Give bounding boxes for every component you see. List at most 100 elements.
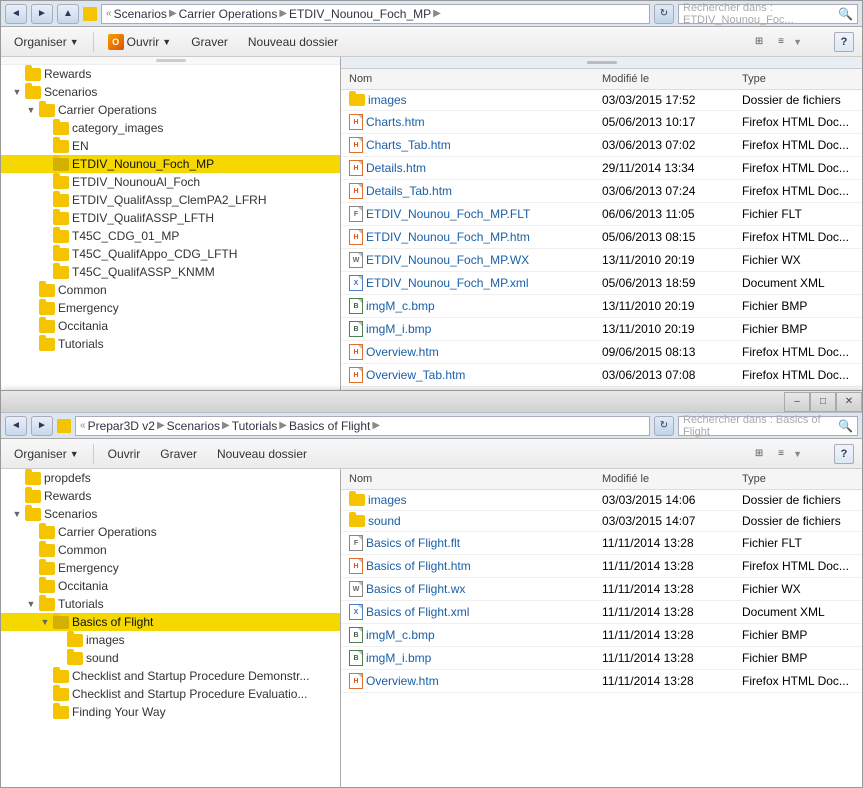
expand-common-b[interactable] xyxy=(23,542,39,558)
up-btn-top[interactable]: ▲ xyxy=(57,4,79,24)
tree-item-t45cappo[interactable]: T45C_QualifAppo_CDG_LFTH xyxy=(1,245,340,263)
file-row-3[interactable]: H Details.htm 29/11/2014 13:34 Firefox H… xyxy=(341,157,862,180)
tree-item-rewards-b[interactable]: Rewards xyxy=(1,487,340,505)
file-link-9[interactable]: imgM_c.bmp xyxy=(366,299,435,313)
file-link-6[interactable]: imgM_c.bmp xyxy=(366,628,435,642)
view-arrow-bottom[interactable]: ▼ xyxy=(793,449,802,459)
col-type-top[interactable]: Type xyxy=(738,71,858,87)
tree-item-catimages[interactable]: category_images xyxy=(1,119,340,137)
addr-etdiv[interactable]: ETDIV_Nounou_Foch_MP xyxy=(289,7,431,21)
expand-propdefs[interactable] xyxy=(9,470,25,486)
tree-item-tutorials-b[interactable]: ▼ Tutorials xyxy=(1,595,340,613)
back-btn-top[interactable]: ◄ xyxy=(5,4,27,24)
tree-item-checklist2[interactable]: Checklist and Startup Procedure Evaluati… xyxy=(1,685,340,703)
file-link-1[interactable]: sound xyxy=(368,514,401,528)
tree-item-scenarios-b[interactable]: ▼ Scenarios xyxy=(1,505,340,523)
back-btn-bottom[interactable]: ◄ xyxy=(5,416,27,436)
addr-go-top[interactable]: ↻ xyxy=(654,4,674,24)
tree-item-etdiv[interactable]: ETDIV_Nounou_Foch_MP xyxy=(1,155,340,173)
organiser-btn-top[interactable]: Organiser ▼ xyxy=(5,30,88,54)
file-link-5[interactable]: Basics of Flight.xml xyxy=(366,605,469,619)
addr-scenarios[interactable]: Scenarios xyxy=(114,7,167,21)
tree-item-occitania-top[interactable]: Occitania xyxy=(1,317,340,335)
file-row-9[interactable]: B imgM_c.bmp 13/11/2010 20:19 Fichier BM… xyxy=(341,295,862,318)
file-row-7[interactable]: B imgM_i.bmp 11/11/2014 13:28 Fichier BM… xyxy=(341,647,862,670)
expand-emergency-top[interactable] xyxy=(23,300,39,316)
file-row-5[interactable]: F ETDIV_Nounou_Foch_MP.FLT 06/06/2013 11… xyxy=(341,203,862,226)
file-row-4[interactable]: W Basics of Flight.wx 11/11/2014 13:28 F… xyxy=(341,578,862,601)
file-link-0[interactable]: images xyxy=(368,93,407,107)
file-row-3[interactable]: H Basics of Flight.htm 11/11/2014 13:28 … xyxy=(341,555,862,578)
tree-item-emergency-top[interactable]: Emergency xyxy=(1,299,340,317)
tree-item-emergency-b[interactable]: Emergency xyxy=(1,559,340,577)
expand-catimages[interactable] xyxy=(37,120,53,136)
expand-t45cassp[interactable] xyxy=(37,264,53,280)
file-link-10[interactable]: imgM_i.bmp xyxy=(366,322,431,336)
col-nom-top[interactable]: Nom xyxy=(345,71,598,87)
file-link-8[interactable]: ETDIV_Nounou_Foch_MP.xml xyxy=(366,276,529,290)
expand-rewards[interactable] xyxy=(9,66,25,82)
expand-qualifclem[interactable] xyxy=(37,192,53,208)
help-btn-bottom[interactable]: ? xyxy=(834,444,854,464)
expand-common-top[interactable] xyxy=(23,282,39,298)
file-row-0[interactable]: images 03/03/2015 17:52 Dossier de fichi… xyxy=(341,90,862,111)
expand-tutorials-top[interactable] xyxy=(23,336,39,352)
file-link-4[interactable]: Basics of Flight.wx xyxy=(366,582,465,596)
addr-scenarios-b[interactable]: Scenarios xyxy=(167,419,220,433)
tree-item-checklist1[interactable]: Checklist and Startup Procedure Demonstr… xyxy=(1,667,340,685)
file-link-3[interactable]: Details.htm xyxy=(366,161,426,175)
tree-item-common-b[interactable]: Common xyxy=(1,541,340,559)
view-grid-bottom[interactable]: ⊞ xyxy=(749,444,769,464)
file-link-8[interactable]: Overview.htm xyxy=(366,674,439,688)
file-row-10[interactable]: B imgM_i.bmp 13/11/2010 20:19 Fichier BM… xyxy=(341,318,862,341)
search-top[interactable]: Rechercher dans : ETDIV_Nounou_Foc... 🔍 xyxy=(678,4,858,24)
expand-etdivai[interactable] xyxy=(37,174,53,190)
nouveau-btn-bottom[interactable]: Nouveau dossier xyxy=(208,442,316,466)
expand-qualifassp[interactable] xyxy=(37,210,53,226)
file-row-11[interactable]: H Overview.htm 09/06/2015 08:13 Firefox … xyxy=(341,341,862,364)
expand-scenarios[interactable]: ▼ xyxy=(9,84,25,100)
tree-item-propdefs[interactable]: propdefs xyxy=(1,469,340,487)
expand-checklist1[interactable] xyxy=(37,668,53,684)
file-link-5[interactable]: ETDIV_Nounou_Foch_MP.FLT xyxy=(366,207,530,221)
addr-go-bottom[interactable]: ↻ xyxy=(654,416,674,436)
expand-occitania-b[interactable] xyxy=(23,578,39,594)
file-link-7[interactable]: imgM_i.bmp xyxy=(366,651,431,665)
tree-item-en[interactable]: EN xyxy=(1,137,340,155)
view-grid-top[interactable]: ⊞ xyxy=(749,32,769,52)
expand-etdiv[interactable] xyxy=(37,156,53,172)
tree-item-tutorials-top[interactable]: Tutorials xyxy=(1,335,340,353)
tree-item-images-b[interactable]: images xyxy=(1,631,340,649)
file-row-1[interactable]: H Charts.htm 05/06/2013 10:17 Firefox HT… xyxy=(341,111,862,134)
search-bottom[interactable]: Rechercher dans : Basics of Flight 🔍 xyxy=(678,416,858,436)
organiser-btn-bottom[interactable]: Organiser ▼ xyxy=(5,442,88,466)
file-link-2[interactable]: Basics of Flight.flt xyxy=(366,536,460,550)
view-arrow-top[interactable]: ▼ xyxy=(793,37,802,47)
expand-t45cappo[interactable] xyxy=(37,246,53,262)
forward-btn-bottom[interactable]: ► xyxy=(31,416,53,436)
expand-occitania-top[interactable] xyxy=(23,318,39,334)
col-date-top[interactable]: Modifié le xyxy=(598,71,738,87)
expand-images-b[interactable] xyxy=(51,632,67,648)
tree-item-scenarios[interactable]: ▼ Scenarios xyxy=(1,83,340,101)
expand-carrier-b[interactable] xyxy=(23,524,39,540)
win-maximize[interactable]: □ xyxy=(810,392,836,412)
file-link-0[interactable]: images xyxy=(368,493,407,507)
tree-item-finding[interactable]: Finding Your Way xyxy=(1,703,340,721)
graver-btn-top[interactable]: Graver xyxy=(182,30,237,54)
file-link-12[interactable]: Overview_Tab.htm xyxy=(366,368,465,382)
file-link-7[interactable]: ETDIV_Nounou_Foch_MP.WX xyxy=(366,253,529,267)
ouvrir-btn-bottom[interactable]: Ouvrir xyxy=(99,442,150,466)
scroll-top-files[interactable] xyxy=(341,57,862,69)
tree-item-qualifclem[interactable]: ETDIV_QualifAssp_ClemPA2_LFRH xyxy=(1,191,340,209)
addr-carrier[interactable]: Carrier Operations xyxy=(179,7,278,21)
file-row-5[interactable]: X Basics of Flight.xml 11/11/2014 13:28 … xyxy=(341,601,862,624)
tree-item-etdivai[interactable]: ETDIV_NounouAl_Foch xyxy=(1,173,340,191)
tree-item-t45cassp[interactable]: T45C_QualifASSP_KNMM xyxy=(1,263,340,281)
tree-item-occitania-b[interactable]: Occitania xyxy=(1,577,340,595)
win-minimize[interactable]: – xyxy=(784,392,810,412)
tree-item-basics[interactable]: ▼ Basics of Flight xyxy=(1,613,340,631)
forward-btn-top[interactable]: ► xyxy=(31,4,53,24)
view-list-top[interactable]: ≡ xyxy=(771,32,791,52)
addr-tutorials-b[interactable]: Tutorials xyxy=(232,419,278,433)
